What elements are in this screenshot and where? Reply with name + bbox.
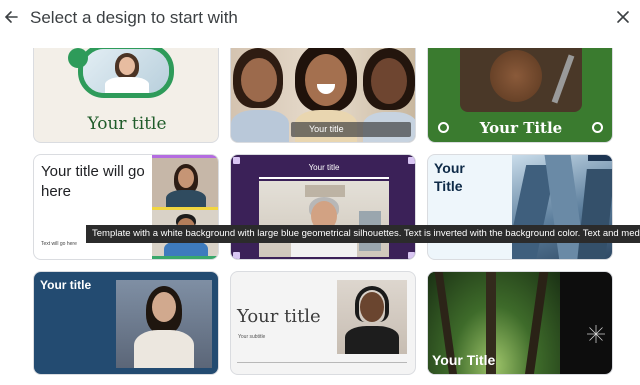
corner-square-bl: [233, 252, 240, 259]
green-frame: [78, 48, 174, 98]
template-title: Your title: [309, 124, 344, 134]
corner-square-br: [408, 252, 415, 259]
template-card-navy-speaker[interactable]: Your title: [33, 271, 219, 375]
template-title: Your title: [87, 114, 167, 134]
speaker-photo: [337, 280, 407, 354]
buildings-photo: [512, 155, 612, 259]
template-title: Your Title: [479, 119, 563, 137]
template-grid: Your title Your title Your Title Your ti…: [0, 40, 640, 385]
bottom-rule: [237, 362, 407, 363]
close-icon: [617, 11, 629, 23]
template-title: Your title: [237, 306, 321, 327]
sparkle-icon: [587, 325, 605, 343]
green-dot: [68, 48, 88, 68]
arrow-back-icon: [4, 11, 18, 23]
corner-square-tl: [233, 157, 240, 164]
template-card-cream-speaker[interactable]: Your title: [33, 48, 219, 143]
template-card-gray-serif-speaker[interactable]: Your title Your subtitle: [230, 271, 416, 375]
template-title: Your title: [308, 163, 340, 172]
corner-square-tr: [408, 157, 415, 164]
template-card-black-forest[interactable]: Your Title: [427, 271, 613, 375]
template-card-photo-group[interactable]: Your title: [230, 48, 416, 143]
progress-line: [259, 177, 389, 179]
template-caption: Text will go here: [41, 241, 77, 247]
template-subtitle: Your subtitle: [238, 334, 266, 340]
template-card-light-blue-buildings[interactable]: Your Title: [427, 154, 613, 260]
wood-table-photo: [460, 48, 582, 112]
dialog-header: Select a design to start with: [0, 0, 640, 40]
template-title: Your title will go here: [41, 163, 145, 200]
close-button[interactable]: [612, 6, 634, 28]
template-card-green-wood[interactable]: Your Title: [427, 48, 613, 143]
video-tile-top: [152, 155, 218, 207]
video-call-photo: [259, 181, 389, 257]
template-title: Your title: [40, 278, 92, 292]
template-tooltip: Template with a white background with la…: [86, 225, 640, 243]
speaker-photo: [116, 280, 212, 368]
template-card-purple-video-call[interactable]: Your title: [230, 154, 416, 260]
template-title: Your Title: [432, 352, 496, 368]
speaker-photo: [83, 49, 169, 93]
template-title: Your Title: [434, 160, 465, 194]
back-button[interactable]: [0, 6, 22, 28]
template-card-white-video-grid[interactable]: Your title will go here Text will go her…: [33, 154, 219, 260]
dialog-title: Select a design to start with: [30, 8, 238, 27]
